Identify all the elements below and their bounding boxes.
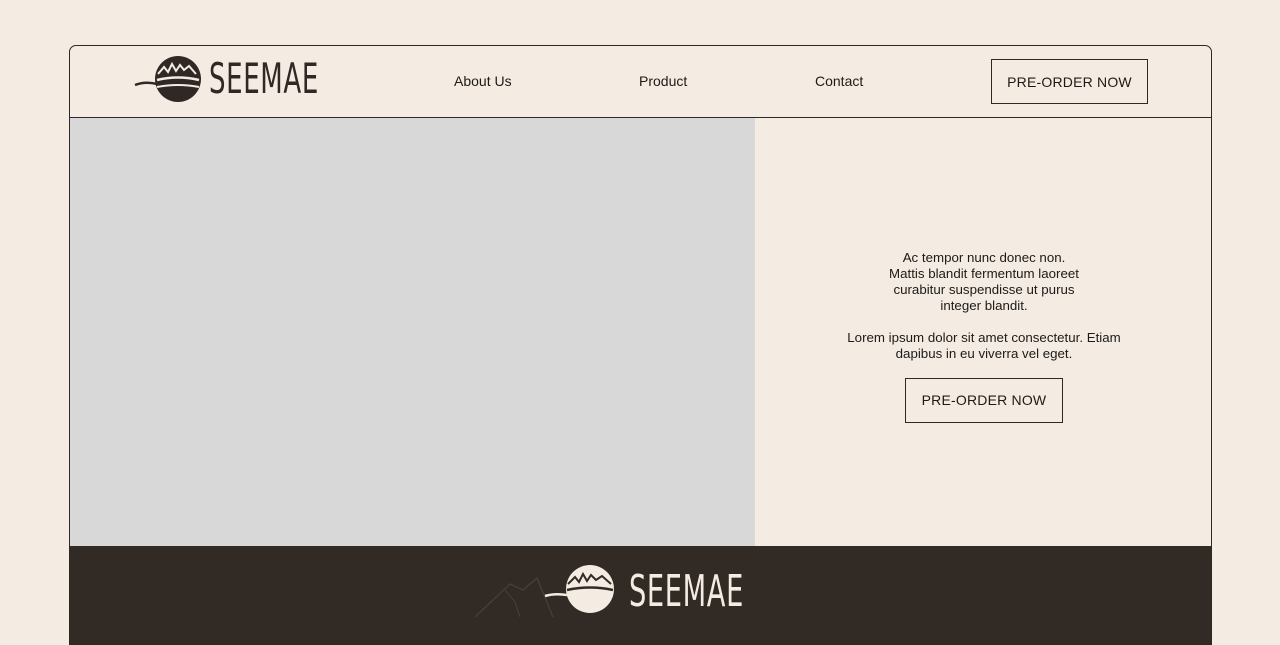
preorder-button-nav[interactable]: PRE-ORDER NOW <box>991 59 1148 104</box>
hero-paragraph-2: Lorem ipsum dolor sit amet consectetur. … <box>847 329 1121 361</box>
brand-name: SEEMAE <box>209 54 319 103</box>
mountain-bowl-icon <box>475 565 614 618</box>
footer: SEEMAE <box>70 546 1211 644</box>
footer-logo: SEEMAE <box>475 562 814 622</box>
page-frame: SEEMAE About Us Product Contact PRE-ORDE… <box>69 45 1212 645</box>
top-navigation: SEEMAE About Us Product Contact PRE-ORDE… <box>70 46 1211 118</box>
hero-copy: Ac tempor nunc donec non. Mattis blandit… <box>755 118 1211 546</box>
hero-image-placeholder <box>70 118 755 546</box>
nav-link-about[interactable]: About Us <box>454 73 512 89</box>
brand-logo[interactable]: SEEMAE <box>133 54 386 104</box>
nav-link-product[interactable]: Product <box>639 73 687 89</box>
hero-paragraph-1: Ac tempor nunc donec non. Mattis blandit… <box>889 249 1079 313</box>
bowl-mountain-icon <box>134 56 201 102</box>
footer-brand-name: SEEMAE <box>629 566 744 617</box>
nav-link-contact[interactable]: Contact <box>815 73 863 89</box>
preorder-button-hero[interactable]: PRE-ORDER NOW <box>905 377 1063 423</box>
